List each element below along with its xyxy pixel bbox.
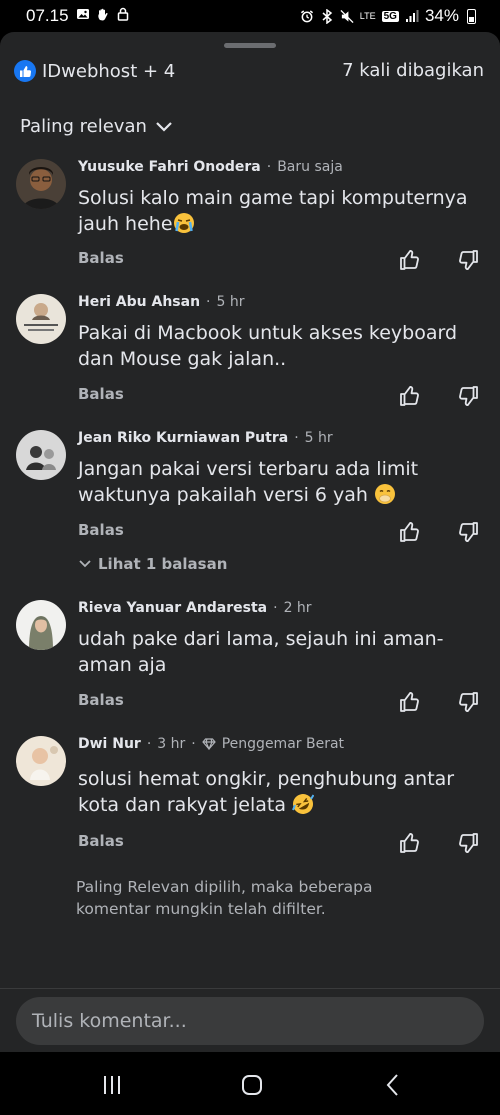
avatar[interactable] — [16, 600, 66, 650]
commenter-name[interactable]: Heri Abu Ahsan — [78, 294, 200, 310]
view-replies-link[interactable]: Lihat 1 balasan — [78, 555, 227, 573]
commenter-name[interactable]: Yuusuke Fahri Onodera — [78, 159, 261, 175]
bluetooth-icon — [320, 8, 334, 24]
thumbs-up-icon[interactable] — [398, 520, 422, 544]
hand-icon — [96, 7, 110, 21]
compose-bar: Tulis komentar... — [0, 988, 500, 1052]
comment-text: Jangan pakai versi terbaru ada limit wak… — [78, 456, 488, 508]
avatar[interactable] — [16, 159, 66, 209]
mute-icon — [340, 9, 354, 23]
sort-label: Paling relevan — [20, 116, 147, 137]
comment-input-placeholder: Tulis komentar... — [32, 1010, 187, 1032]
reactors-label: IDwebhost + 4 — [42, 60, 176, 82]
thumbs-down-icon[interactable] — [456, 384, 480, 408]
avatar[interactable] — [16, 736, 66, 786]
battery-percent: 34% — [424, 6, 459, 25]
reply-button[interactable]: Balas — [78, 691, 124, 709]
image-icon — [76, 7, 90, 21]
comment-body: Jangan pakai versi terbaru ada limit wak… — [78, 458, 419, 506]
comment-time: Baru saja — [277, 159, 343, 175]
status-left-icons — [76, 7, 130, 21]
reply-button[interactable]: Balas — [78, 832, 124, 850]
diamond-icon — [201, 738, 216, 750]
thumbs-up-icon[interactable] — [398, 384, 422, 408]
thumbs-down-icon[interactable] — [456, 831, 480, 855]
reaction-summary[interactable]: IDwebhost + 4 — [14, 60, 175, 82]
system-nav-bar — [0, 1052, 500, 1115]
view-replies-label: Lihat 1 balasan — [98, 555, 228, 573]
chevron-down-icon — [156, 121, 172, 132]
avatar[interactable] — [16, 294, 66, 344]
thumbs-down-icon[interactable] — [456, 690, 480, 714]
comment-time: 5 hr — [304, 430, 333, 446]
like-reaction-icon — [14, 60, 36, 82]
comment-body: udah pake dari lama, sejauh ini aman-ama… — [78, 628, 444, 676]
comment-time: 5 hr — [216, 294, 245, 310]
comment-time: 2 hr — [283, 600, 312, 616]
thumbs-up-icon[interactable] — [398, 248, 422, 272]
comments-sheet: IDwebhost + 4 7 kali dibagikan Paling re… — [0, 32, 500, 1052]
network-5g-badge: 5G — [381, 10, 399, 22]
sort-dropdown[interactable]: Paling relevan — [20, 116, 173, 137]
separator-dot: · — [146, 736, 152, 752]
comment-input[interactable]: Tulis komentar... — [16, 997, 484, 1045]
comment-text: Solusi kalo main game tapi komputernya j… — [78, 185, 488, 237]
back-icon[interactable] — [378, 1070, 408, 1100]
recent-apps-icon[interactable] — [97, 1070, 127, 1100]
thumbs-down-icon[interactable] — [456, 248, 480, 272]
commenter-name[interactable]: Rieva Yanuar Andaresta — [78, 600, 267, 616]
comment-time: 3 hr — [157, 736, 186, 752]
drag-handle[interactable] — [224, 43, 276, 48]
reply-button[interactable]: Balas — [78, 249, 124, 267]
home-icon[interactable] — [237, 1070, 267, 1100]
chevron-down-icon — [79, 560, 91, 568]
thumbs-up-icon[interactable] — [398, 831, 422, 855]
status-right-icons: LTE 5G 34% — [300, 6, 476, 26]
comment-body: solusi hemat ongkir, penghubung antar ko… — [78, 768, 455, 816]
separator-dot: · — [191, 736, 196, 752]
separator-dot: · — [206, 294, 211, 310]
comment-body: Pakai di Macbook untuk akses keyboard da… — [78, 322, 458, 370]
filter-notice: Paling Relevan dipilih, maka beberapa ko… — [76, 878, 373, 918]
separator-dot: · — [266, 159, 272, 175]
commenter-name[interactable]: Jean Riko Kurniawan Putra — [78, 430, 288, 446]
lock-icon — [116, 7, 130, 21]
hand-over-mouth-face-icon — [375, 484, 396, 504]
share-count[interactable]: 7 kali dibagikan — [342, 60, 484, 81]
rolling-laughing-face-icon — [292, 794, 315, 814]
signal-icon — [405, 9, 419, 23]
network-type: LTE — [359, 10, 376, 21]
separator-dot: · — [273, 600, 278, 616]
loudly-crying-face-icon — [173, 213, 194, 233]
top-fan-badge: Penggemar Berat — [221, 736, 345, 752]
thumbs-up-icon[interactable] — [398, 690, 422, 714]
status-time: 07.15 — [26, 6, 69, 25]
separator-dot: · — [294, 430, 299, 446]
thumbs-down-icon[interactable] — [456, 520, 480, 544]
alarm-icon — [300, 9, 314, 23]
reply-button[interactable]: Balas — [78, 385, 124, 403]
reply-button[interactable]: Balas — [78, 521, 124, 539]
battery-icon — [467, 8, 476, 24]
avatar[interactable] — [16, 430, 66, 480]
comment-body: Solusi kalo main game tapi komputernya j… — [78, 187, 468, 235]
commenter-name[interactable]: Dwi Nur — [78, 736, 141, 752]
comment-text: solusi hemat ongkir, penghubung antar ko… — [78, 766, 488, 818]
status-bar: 07.15 LTE 5G 34% — [0, 0, 500, 32]
